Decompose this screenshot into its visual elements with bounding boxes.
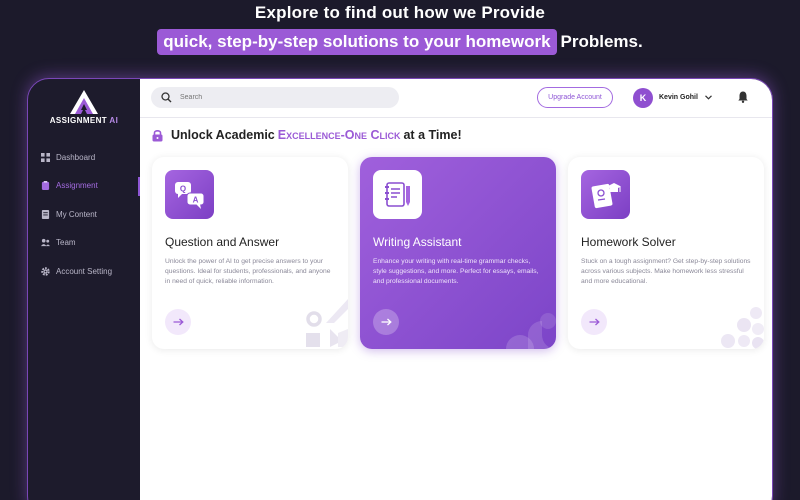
homework-graduation-icon	[581, 170, 630, 219]
chevron-down-icon	[704, 95, 712, 100]
hero-title: Explore to find out how we Provide	[254, 3, 546, 22]
sidebar-item-team[interactable]: Team	[28, 229, 140, 258]
sidebar-item-account-setting[interactable]: Account Setting	[28, 257, 140, 286]
svg-text:Q: Q	[179, 184, 185, 193]
sidebar-item-label: Team	[56, 238, 76, 248]
page-title: Unlock Academic Excellence-One Click at …	[152, 128, 462, 142]
page-title-suffix: at a Time!	[403, 128, 462, 142]
search-icon	[161, 92, 172, 103]
decorative-shapes	[306, 299, 348, 347]
sidebar-item-label: My Content	[56, 209, 97, 219]
brand-name: ASSIGNMENT AI	[49, 116, 119, 125]
arrow-right-icon	[589, 318, 600, 326]
hero-subtitle: quick, step-by-step solutions to your ho…	[0, 29, 800, 55]
card-description: Enhance your writing with real-time gram…	[373, 258, 539, 285]
lock-icon	[152, 129, 163, 141]
search-box[interactable]	[151, 87, 399, 108]
grid-icon	[41, 152, 50, 162]
hero-suffix: Problems.	[560, 32, 643, 51]
team-icon	[41, 239, 50, 247]
user-name: Kevin Gohil	[659, 94, 698, 101]
clipboard-icon	[41, 181, 50, 191]
sidebar-item-dashboard[interactable]: Dashboard	[28, 143, 140, 172]
card-arrow-button[interactable]	[165, 309, 191, 335]
sidebar-item-label: Account Setting	[56, 266, 113, 276]
top-bar: Upgrade Account K Kevin Gohil	[140, 79, 772, 117]
decorative-shapes	[721, 307, 764, 349]
card-homework-solver[interactable]: Homework Solver Stuck on a tough assignm…	[568, 157, 764, 349]
avatar: K	[633, 87, 653, 108]
card-description: Unlock the power of AI to get precise an…	[165, 258, 331, 285]
sidebar: ASSIGNMENT AI Dashboard Assignment My Co…	[28, 79, 140, 500]
gear-icon	[41, 267, 50, 276]
decorative-shapes	[506, 313, 556, 349]
card-arrow-button[interactable]	[581, 309, 607, 335]
upgrade-account-button[interactable]: Upgrade Account	[537, 87, 613, 108]
card-arrow-button[interactable]	[373, 309, 399, 335]
page-title-prefix: Unlock Academic	[171, 128, 275, 142]
card-question-and-answer[interactable]: QA Question and Answer Unlock the power …	[152, 157, 348, 349]
topbar-divider	[140, 117, 772, 118]
card-description: Stuck on a tough assignment? Get step-by…	[581, 258, 751, 285]
card-writing-assistant[interactable]: Writing Assistant Enhance your writing w…	[360, 157, 556, 349]
hero-highlight: quick, step-by-step solutions to your ho…	[157, 29, 557, 55]
sidebar-item-label: Assignment	[56, 181, 98, 191]
sidebar-item-assignment[interactable]: Assignment	[28, 172, 140, 201]
notebook-pen-icon	[373, 170, 422, 219]
search-input[interactable]	[180, 94, 380, 101]
brand-logo[interactable]: ASSIGNMENT AI	[28, 89, 140, 125]
logo-icon	[70, 90, 98, 114]
document-icon	[41, 209, 50, 219]
sidebar-item-my-content[interactable]: My Content	[28, 200, 140, 229]
arrow-right-icon	[381, 318, 392, 326]
main-content: Upgrade Account K Kevin Gohil Unlock Aca…	[140, 79, 772, 500]
user-menu[interactable]: K Kevin Gohil	[633, 87, 712, 108]
card-title: Homework Solver	[581, 235, 676, 249]
svg-text:A: A	[192, 195, 198, 204]
app-window: ASSIGNMENT AI Dashboard Assignment My Co…	[27, 78, 773, 500]
card-title: Question and Answer	[165, 235, 280, 249]
arrow-right-icon	[173, 318, 184, 326]
card-title: Writing Assistant	[373, 235, 462, 249]
sidebar-nav: Dashboard Assignment My Content Team Acc…	[28, 143, 140, 286]
hero-banner: Explore to find out how we Provide quick…	[0, 0, 800, 78]
qa-bubbles-icon: QA	[165, 170, 214, 219]
bell-icon[interactable]	[738, 91, 748, 103]
page-title-highlight: Excellence-One Click	[277, 128, 401, 142]
sidebar-item-label: Dashboard	[56, 152, 96, 162]
